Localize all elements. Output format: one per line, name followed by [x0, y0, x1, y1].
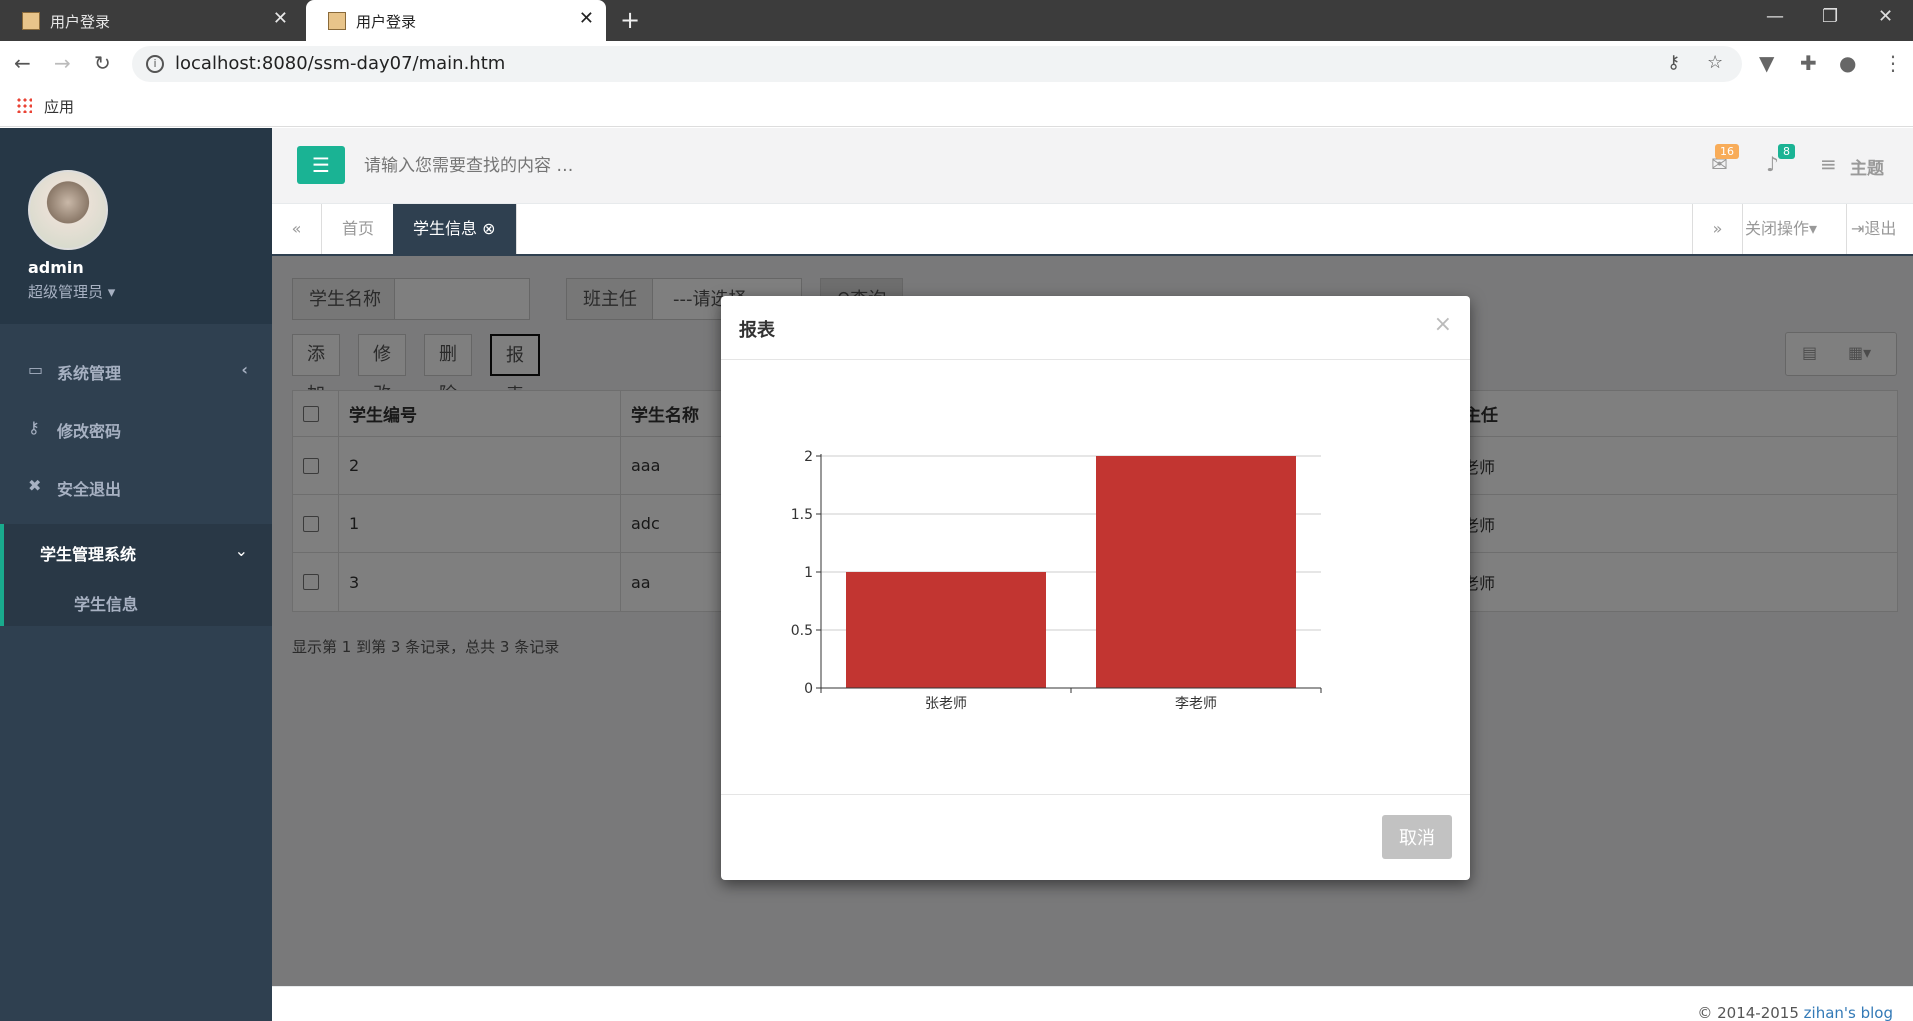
copyright-text: © 2014-2015 — [1697, 1004, 1799, 1021]
sidebar-group-label[interactable]: 学生管理系统 — [40, 541, 136, 565]
y-tick-label: 0 — [804, 681, 813, 697]
modal-body: 0 0.5 1 1.5 2 张老师 李老师 — [721, 360, 1470, 794]
search-input[interactable] — [364, 148, 964, 184]
minimize-icon[interactable]: — — [1766, 6, 1784, 27]
close-icon[interactable]: ✕ — [273, 8, 288, 29]
star-icon[interactable]: ☆ — [1707, 52, 1723, 73]
forward-icon: » — [1712, 219, 1723, 238]
new-tab-icon[interactable]: + — [620, 6, 640, 34]
bell-icon[interactable]: ♪ — [1766, 152, 1779, 176]
bar-chart: 0 0.5 1 1.5 2 张老师 李老师 — [791, 449, 1322, 712]
bar — [1096, 456, 1296, 688]
bar — [846, 572, 1046, 688]
sidebar-item-student-info[interactable]: 学生信息 — [74, 591, 138, 615]
notification-count-badge: 8 — [1778, 144, 1795, 159]
sidebar-item-label: 安全退出 — [57, 480, 122, 499]
sidebar-item-password[interactable]: ⚷ 修改密码 — [0, 401, 272, 457]
x-tick-label: 张老师 — [925, 696, 967, 712]
modal-title: 报表 — [739, 320, 775, 341]
footer: © 2014-2015 zihan's blog — [272, 986, 1913, 1021]
tasks-icon[interactable]: ≡ — [1820, 152, 1837, 176]
profile-panel: admin 超级管理员 ▾ — [0, 128, 272, 324]
tab-student-info[interactable]: 学生信息 ⊗ — [393, 204, 517, 254]
key-icon[interactable]: ⚷ — [1667, 52, 1680, 73]
y-tick-label: 1 — [804, 565, 813, 581]
url-text: localhost:8080/ssm-day07/main.htm — [175, 53, 506, 74]
close-ops-label: 关闭操作 — [1745, 219, 1810, 238]
caret-down-icon: ▾ — [103, 283, 116, 301]
browser-tab-active[interactable]: 用户登录 ✕ — [306, 0, 606, 41]
tabs-scroll-right-button[interactable]: » — [1692, 204, 1742, 254]
tabs-scroll-left-button[interactable]: « — [272, 204, 322, 254]
reload-icon[interactable]: ↻ — [94, 51, 111, 75]
url-field[interactable]: i localhost:8080/ssm-day07/main.htm ⚷ ☆ — [132, 46, 1742, 82]
puzzle-icon[interactable]: ✚ — [1800, 51, 1817, 75]
menu-toggle-button[interactable]: ☰ — [297, 146, 345, 184]
tab-home[interactable]: 首页 — [322, 204, 396, 254]
apps-bookmark[interactable]: 应用 — [44, 96, 74, 117]
chevron-left-icon: ‹ — [241, 360, 248, 379]
user-role-label: 超级管理员 — [28, 283, 104, 301]
y-tick-label: 2 — [804, 449, 813, 465]
monitor-icon: ▭ — [28, 360, 44, 379]
page-favicon-icon — [22, 12, 40, 30]
bookmarks-bar: 应用 — [0, 87, 1913, 127]
mail-count-badge: 16 — [1715, 144, 1739, 159]
bars-icon: ☰ — [312, 153, 330, 177]
apps-grid-icon[interactable] — [16, 97, 32, 113]
report-modal: 报表 × 0 0.5 1 1.5 2 张老师 李老师 取消 — [721, 296, 1470, 880]
sidebar: admin 超级管理员 ▾ ▭ 系统管理 ‹ ⚷ 修改密码 ✖ 安全退出 学生管… — [0, 128, 272, 1021]
user-name: admin — [28, 258, 84, 277]
key-icon: ⚷ — [28, 418, 40, 437]
menu-dots-icon[interactable]: ⋮ — [1883, 51, 1903, 75]
window-close-icon[interactable]: ✕ — [1878, 6, 1893, 27]
browser-tab[interactable]: 用户登录 ✕ — [0, 0, 300, 41]
theme-button[interactable]: 主题 — [1850, 154, 1884, 179]
user-role-dropdown[interactable]: 超级管理员 ▾ — [28, 281, 115, 302]
sidebar-item-label: 修改密码 — [57, 422, 122, 441]
sidebar-item-system[interactable]: ▭ 系统管理 ‹ — [0, 343, 272, 399]
modal-footer: 取消 — [721, 794, 1470, 880]
y-tick-label: 1.5 — [791, 507, 813, 523]
page-favicon-icon — [328, 12, 346, 30]
x-tick-label: 李老师 — [1175, 696, 1217, 712]
browser-tab-label: 用户登录 — [356, 13, 417, 31]
tab-logout-button[interactable]: ⇥退出 — [1846, 204, 1913, 254]
restore-icon[interactable]: ❐ — [1822, 6, 1838, 27]
user-times-icon: ✖ — [28, 476, 42, 495]
modal-header: 报表 × — [721, 296, 1470, 360]
logout-label: 退出 — [1864, 219, 1897, 238]
extension-icon[interactable]: ▼ — [1759, 51, 1774, 75]
y-tick-label: 0.5 — [791, 623, 813, 639]
back-icon[interactable]: ← — [14, 51, 31, 75]
cancel-button[interactable]: 取消 — [1382, 815, 1452, 859]
browser-tab-label: 用户登录 — [50, 13, 111, 31]
sidebar-item-logout[interactable]: ✖ 安全退出 — [0, 459, 272, 515]
avatar[interactable] — [28, 170, 108, 250]
caret-down-icon: ▾ — [1809, 219, 1818, 238]
sidebar-item-label: 系统管理 — [57, 364, 122, 383]
content-tabs-bar: « 首页 学生信息 ⊗ » 关闭操作▾ ⇥退出 — [272, 204, 1913, 256]
chevron-down-icon[interactable]: ⌄ — [235, 541, 248, 560]
forward-icon[interactable]: → — [54, 51, 71, 75]
sign-out-icon: ⇥ — [1851, 219, 1865, 238]
profile-icon[interactable]: ● — [1839, 51, 1856, 75]
modal-close-button[interactable]: × — [1434, 312, 1452, 337]
backward-icon: « — [291, 219, 302, 238]
close-icon[interactable]: ✕ — [579, 8, 594, 29]
footer-text: © 2014-2015 zihan's blog — [1697, 1004, 1893, 1021]
info-icon[interactable]: i — [146, 55, 164, 73]
tab-label: 学生信息 — [413, 219, 478, 238]
blog-link[interactable]: zihan's blog — [1804, 1004, 1893, 1021]
browser-tab-bar: 用户登录 ✕ 用户登录 ✕ + — ❐ ✕ — [0, 0, 1913, 41]
close-ops-dropdown[interactable]: 关闭操作▾ — [1742, 204, 1822, 254]
address-bar: ← → ↻ i localhost:8080/ssm-day07/main.ht… — [0, 41, 1913, 87]
top-navbar: ☰ ✉ 16 ♪ 8 ≡ 主题 — [272, 128, 1913, 204]
close-circle-icon[interactable]: ⊗ — [482, 219, 495, 238]
sidebar-group-student: 学生管理系统 ⌄ 学生信息 — [0, 524, 272, 626]
